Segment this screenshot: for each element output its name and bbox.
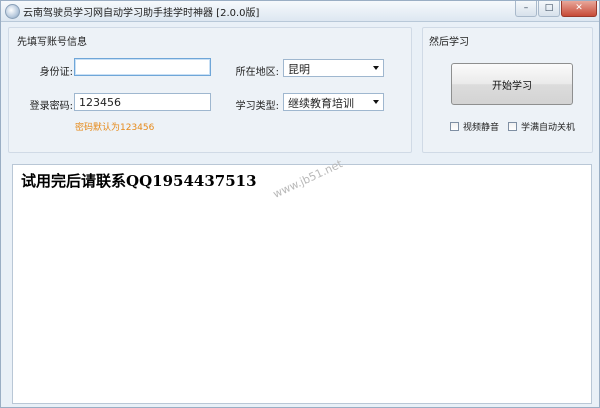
contact-message: 试用完后请联系QQ1954437513 xyxy=(21,172,257,190)
maximize-button[interactable]: □ xyxy=(538,1,560,17)
account-info-group: 先填写账号信息 身份证: 登录密码: 密码默认为123456 所在地区: 昆明 … xyxy=(8,27,412,153)
study-type-value: 继续教育培训 xyxy=(288,97,354,110)
region-select[interactable]: 昆明 xyxy=(283,59,384,77)
auto-shutdown-label: 学满自动关机 xyxy=(521,123,576,133)
app-globe-icon xyxy=(5,4,20,19)
checkbox-box[interactable] xyxy=(508,122,517,131)
study-type-select[interactable]: 继续教育培训 xyxy=(283,93,384,111)
chevron-down-icon xyxy=(373,100,379,104)
watermark-text: www.jb51.net xyxy=(271,157,345,201)
id-card-label: 身份证: xyxy=(39,67,73,78)
region-label: 所在地区: xyxy=(235,67,279,78)
app-window: 云南驾驶员学习网自动学习助手挂学时神器 [2.0.0版] – □ ✕ 先填写账号… xyxy=(0,0,600,408)
learning-group: 然后学习 开始学习 视频静音 学满自动关机 xyxy=(422,27,593,153)
chevron-down-icon xyxy=(373,66,379,70)
checkbox-box[interactable] xyxy=(450,122,459,131)
title-bar[interactable]: 云南驾驶员学习网自动学习助手挂学时神器 [2.0.0版] – □ ✕ xyxy=(1,1,599,22)
password-input[interactable] xyxy=(74,93,211,111)
learning-group-title: 然后学习 xyxy=(429,37,469,48)
close-button[interactable]: ✕ xyxy=(561,1,597,17)
password-label: 登录密码: xyxy=(29,101,73,112)
password-hint: 密码默认为123456 xyxy=(75,123,155,133)
window-controls: – □ ✕ xyxy=(514,1,597,19)
minimize-button[interactable]: – xyxy=(515,1,537,17)
window-title: 云南驾驶员学习网自动学习助手挂学时神器 [2.0.0版] xyxy=(23,8,260,19)
start-learning-button[interactable]: 开始学习 xyxy=(451,63,573,105)
study-type-label: 学习类型: xyxy=(235,101,279,112)
browser-content-area[interactable]: 试用完后请联系QQ1954437513 www.jb51.net xyxy=(12,157,592,404)
mute-video-checkbox[interactable]: 视频静音 xyxy=(450,120,499,133)
id-card-input[interactable] xyxy=(74,58,211,76)
region-value: 昆明 xyxy=(288,63,310,76)
auto-shutdown-checkbox[interactable]: 学满自动关机 xyxy=(508,120,575,133)
account-group-title: 先填写账号信息 xyxy=(17,37,87,48)
mute-video-label: 视频静音 xyxy=(463,123,500,133)
